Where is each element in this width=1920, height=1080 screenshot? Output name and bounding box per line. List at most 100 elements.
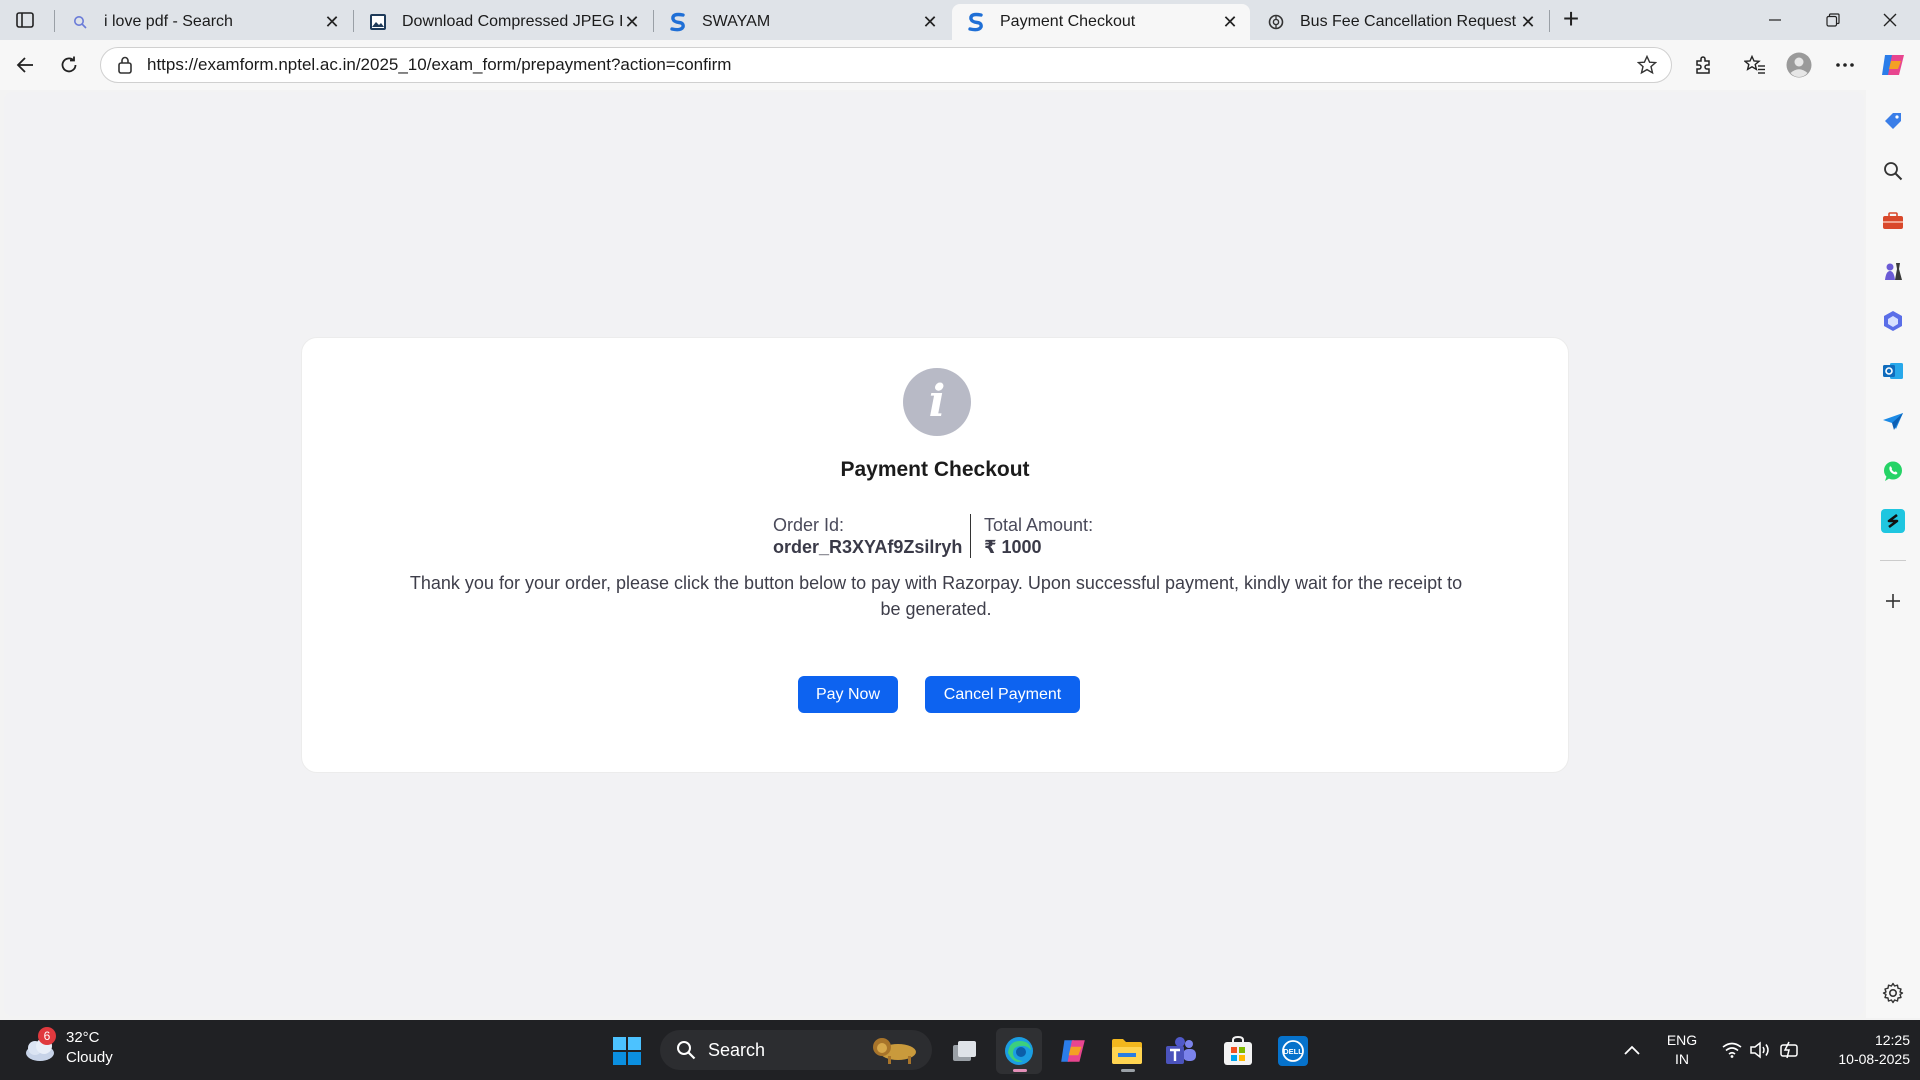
add-sidebar-app-icon[interactable] bbox=[1880, 588, 1906, 614]
weather-widget[interactable]: 6 32°C Cloudy bbox=[20, 1027, 113, 1068]
task-view-icon bbox=[953, 1041, 976, 1061]
tools-briefcase-icon[interactable] bbox=[1880, 208, 1906, 234]
shopping-tag-icon[interactable] bbox=[1880, 108, 1906, 134]
tab-title: Download Compressed JPEG Ima bbox=[402, 13, 622, 30]
taskbar-edge[interactable] bbox=[996, 1028, 1042, 1074]
wifi-icon bbox=[1722, 1042, 1742, 1058]
info-icon: i bbox=[903, 368, 971, 436]
tab-actions-button[interactable] bbox=[10, 6, 40, 34]
start-button[interactable] bbox=[604, 1028, 650, 1074]
payment-instructions: Thank you for your order, please click t… bbox=[409, 573, 1463, 619]
close-icon bbox=[1883, 13, 1897, 27]
send-plane-icon[interactable] bbox=[1880, 408, 1906, 434]
favorites-button[interactable] bbox=[1738, 48, 1772, 82]
swayam-logo-icon bbox=[966, 12, 986, 32]
games-chess-icon[interactable] bbox=[1880, 258, 1906, 284]
cloudy-weather-icon: 6 bbox=[20, 1027, 58, 1067]
sidebar-settings-gear-icon[interactable] bbox=[1880, 980, 1906, 1006]
close-window-button[interactable] bbox=[1862, 0, 1918, 40]
tab-search[interactable]: i love pdf - Search ✕ bbox=[56, 4, 352, 40]
url-text[interactable]: https://examform.nptel.ac.in/2025_10/exa… bbox=[147, 55, 1633, 75]
restore-icon bbox=[1826, 13, 1840, 27]
taskbar-copilot[interactable] bbox=[1050, 1028, 1096, 1074]
site-info-icon[interactable] bbox=[113, 53, 137, 77]
chevron-up-icon bbox=[1624, 1045, 1640, 1055]
close-tab-icon[interactable]: ✕ bbox=[322, 12, 342, 32]
taskbar-microsoft-store[interactable] bbox=[1215, 1028, 1261, 1074]
taskbar-search-box[interactable]: Search bbox=[660, 1030, 932, 1070]
clock[interactable]: 12:25 10-08-2025 bbox=[1814, 1020, 1910, 1080]
refresh-button[interactable] bbox=[52, 48, 86, 82]
minimize-button[interactable] bbox=[1747, 0, 1803, 40]
microsoft-365-icon[interactable] bbox=[1880, 308, 1906, 334]
avatar-icon bbox=[1786, 52, 1812, 78]
openai-icon bbox=[1266, 12, 1286, 32]
payment-checkout-card: i Payment Checkout Order Id: order_R3XYA… bbox=[301, 337, 1569, 773]
edge-sidebar bbox=[1866, 90, 1920, 1018]
profile-button[interactable] bbox=[1782, 48, 1816, 82]
extensions-button[interactable] bbox=[1686, 48, 1720, 82]
language-code: ENG bbox=[1666, 1032, 1698, 1048]
battery-charging-icon bbox=[1780, 1041, 1798, 1059]
tab-separator bbox=[54, 10, 55, 32]
tab-compressed-jpeg[interactable]: Download Compressed JPEG Ima ✕ bbox=[354, 4, 652, 40]
pay-now-button[interactable]: Pay Now bbox=[798, 676, 898, 713]
settings-more-button[interactable] bbox=[1828, 48, 1862, 82]
page-viewport: i Payment Checkout Order Id: order_R3XYA… bbox=[4, 92, 1864, 1016]
copilot-icon bbox=[1061, 1040, 1085, 1062]
folder-icon bbox=[1112, 1039, 1142, 1064]
whatsapp-icon[interactable] bbox=[1880, 458, 1906, 484]
search-icon bbox=[674, 1038, 698, 1062]
edge-icon bbox=[1005, 1037, 1033, 1065]
tab-title: i love pdf - Search bbox=[104, 13, 233, 30]
puzzle-icon bbox=[1696, 56, 1710, 74]
tab-swayam[interactable]: SWAYAM ✕ bbox=[654, 4, 950, 40]
order-id-value: order_R3XYAf9Zsilryh bbox=[773, 537, 963, 557]
close-tab-icon[interactable]: ✕ bbox=[1518, 12, 1538, 32]
copilot-icon bbox=[1882, 55, 1904, 75]
close-tab-icon[interactable]: ✕ bbox=[1220, 12, 1240, 32]
weather-condition: Cloudy bbox=[66, 1049, 113, 1066]
close-tab-icon[interactable]: ✕ bbox=[622, 12, 642, 32]
close-tab-icon[interactable]: ✕ bbox=[920, 12, 940, 32]
app-s-icon[interactable] bbox=[1880, 508, 1906, 534]
weather-temperature: 32°C bbox=[66, 1029, 100, 1046]
quick-settings-button[interactable] bbox=[1714, 1020, 1810, 1080]
search-icon[interactable] bbox=[1880, 158, 1906, 184]
favorite-star-icon[interactable] bbox=[1633, 51, 1661, 79]
active-app-indicator bbox=[1013, 1069, 1027, 1072]
taskbar-dell[interactable]: DELL bbox=[1270, 1028, 1316, 1074]
clock-date: 10-08-2025 bbox=[1838, 1051, 1910, 1067]
back-button[interactable] bbox=[8, 48, 42, 82]
page-title: Payment Checkout bbox=[840, 458, 1030, 481]
tab-title: Bus Fee Cancellation Request bbox=[1300, 13, 1517, 30]
restore-button[interactable] bbox=[1805, 0, 1861, 40]
back-arrow-icon bbox=[16, 57, 33, 73]
taskbar-teams[interactable] bbox=[1158, 1028, 1204, 1074]
tab-title: SWAYAM bbox=[702, 13, 771, 30]
tab-payment-checkout[interactable]: Payment Checkout ✕ bbox=[952, 4, 1250, 40]
cancel-payment-button[interactable]: Cancel Payment bbox=[925, 676, 1080, 713]
copilot-button[interactable] bbox=[1876, 48, 1910, 82]
outlook-icon[interactable] bbox=[1880, 358, 1906, 384]
new-tab-button[interactable]: + bbox=[1556, 5, 1586, 34]
taskbar-file-explorer[interactable] bbox=[1104, 1028, 1150, 1074]
tab-bus-fee[interactable]: Bus Fee Cancellation Request ✕ bbox=[1252, 4, 1548, 40]
show-hidden-icons-button[interactable] bbox=[1614, 1020, 1650, 1080]
windows-logo-icon bbox=[613, 1037, 641, 1065]
language-indicator[interactable]: ENG IN bbox=[1658, 1020, 1706, 1080]
running-app-indicator bbox=[1121, 1069, 1135, 1072]
search-highlight-lion-icon bbox=[868, 1034, 922, 1071]
task-view-button[interactable] bbox=[942, 1028, 988, 1074]
keyboard-region: IN bbox=[1675, 1051, 1689, 1067]
order-amount-divider bbox=[970, 514, 971, 558]
clock-time: 12:25 bbox=[1874, 1032, 1910, 1048]
total-amount-value: ₹ 1000 bbox=[984, 537, 1042, 557]
address-bar[interactable]: https://examform.nptel.ac.in/2025_10/exa… bbox=[100, 47, 1672, 83]
tab-actions-icon bbox=[16, 12, 34, 28]
taskbar-search-label: Search bbox=[708, 1039, 766, 1060]
weather-alert-badge: 6 bbox=[38, 1027, 56, 1045]
search-icon bbox=[70, 12, 90, 32]
refresh-icon bbox=[61, 56, 77, 73]
favorites-list-icon bbox=[1744, 55, 1765, 74]
